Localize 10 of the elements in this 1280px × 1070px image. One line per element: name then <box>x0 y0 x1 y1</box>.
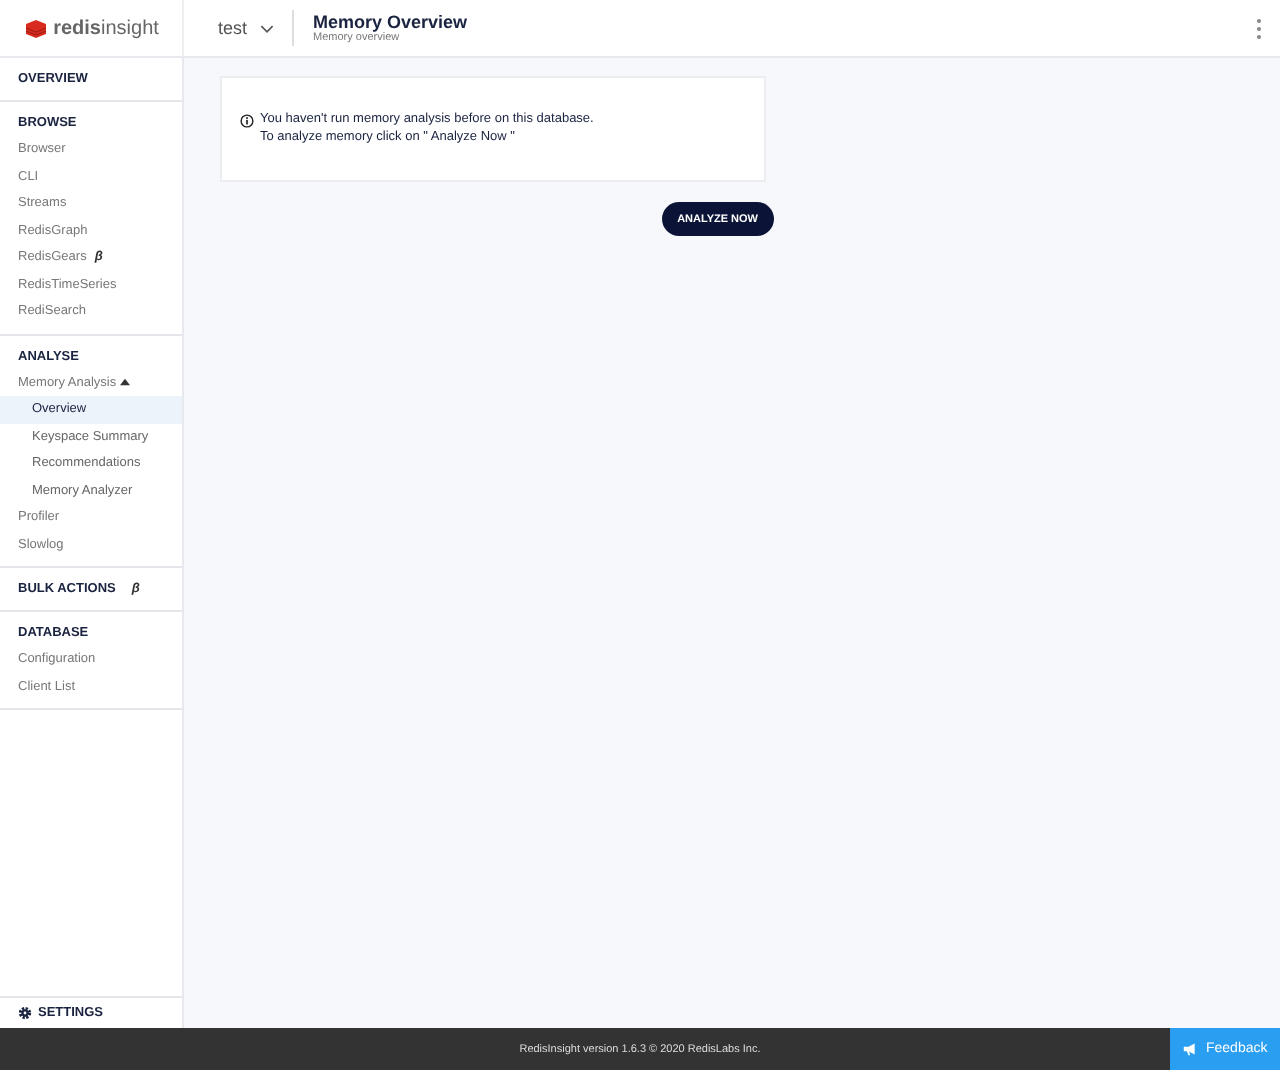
megaphone-icon[interactable] <box>1182 1042 1198 1056</box>
info-icon <box>240 114 254 128</box>
page-title: Memory Overview <box>313 12 468 32</box>
database-selector[interactable]: test <box>184 10 294 46</box>
logo-icon <box>23 18 48 38</box>
more-icon[interactable] <box>1256 17 1262 39</box>
gear-icon[interactable] <box>18 1006 32 1020</box>
collapse-icon[interactable] <box>120 378 130 387</box>
logo: redisinsight <box>53 17 159 39</box>
chevron-down-icon[interactable] <box>259 23 274 33</box>
